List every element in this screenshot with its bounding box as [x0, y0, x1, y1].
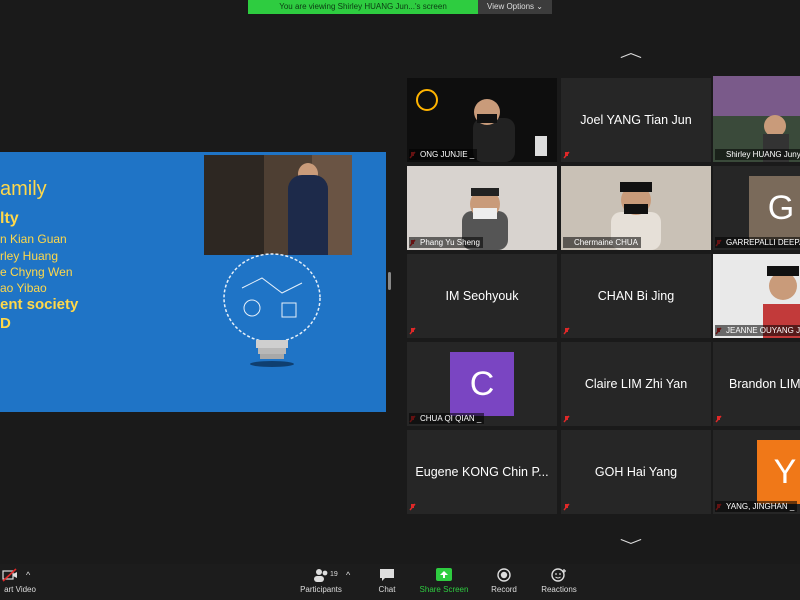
reactions-icon [551, 568, 566, 582]
video-off-icon [2, 568, 17, 582]
viewing-screen-message: You are viewing Shirley HUANG Jun...'s s… [248, 0, 478, 14]
participants-caret-icon[interactable]: ^ [346, 570, 350, 580]
start-video-label: art Video [4, 585, 36, 594]
share-screen-button[interactable]: Share Screen [418, 568, 470, 594]
meeting-toolbar: art Video ^ Participants 19 ^ Chat Share… [0, 564, 800, 600]
muted-mic-icon [563, 415, 570, 423]
chat-button[interactable]: Chat [374, 568, 400, 594]
slide-heading-faculty: lty [0, 210, 19, 227]
share-screen-icon [436, 568, 452, 581]
shared-screen-slide: amily lty n Kian Guan rley Huang e Chyng… [0, 152, 386, 412]
chevron-up-icon[interactable]: ︿ [620, 42, 642, 62]
muted-mic-icon [409, 503, 416, 511]
participant-name: Eugene KONG Chin P... [415, 465, 549, 479]
slide-title: amily [0, 178, 47, 200]
participant-name: Claire LIM Zhi Yan [584, 377, 688, 391]
participants-icon [314, 569, 328, 582]
avatar: Y [757, 440, 800, 504]
participant-tile[interactable]: Claire LIM Zhi Yan [561, 342, 711, 426]
avatar: G [749, 176, 800, 240]
participant-tile[interactable]: C CHUA QI QIAN _ [407, 342, 557, 426]
participant-tile[interactable]: JEANNE OUYANG JI [713, 254, 800, 338]
participant-tile[interactable]: GOH Hai Yang [561, 430, 711, 514]
muted-mic-icon [715, 415, 722, 423]
participant-name: GOH Hai Yang [594, 465, 678, 479]
slide-line: e Chyng Wen [0, 265, 73, 279]
participant-tile[interactable]: ONG JUNJIE _ [407, 78, 557, 162]
chat-label: Chat [378, 585, 396, 594]
participant-name: CHAN Bi Jing [597, 289, 675, 303]
participant-tile[interactable]: Brandon LIM [713, 342, 800, 426]
muted-mic-icon [563, 151, 570, 159]
presenter-video-thumbnail [204, 155, 352, 255]
participant-tile-active-speaker[interactable]: Shirley HUANG Junyin [713, 76, 800, 162]
participant-name-label: Shirley HUANG Junyin [715, 149, 800, 160]
participant-tile[interactable]: Eugene KONG Chin P... [407, 430, 557, 514]
participant-tile[interactable]: Y YANG, JINGHAN _ [713, 430, 800, 514]
participant-tile[interactable]: Joel YANG Tian Jun [561, 78, 711, 162]
slide-line: ao Yibao [0, 281, 47, 295]
participant-tile[interactable]: CHAN Bi Jing [561, 254, 711, 338]
participant-name-label: Phang Yu Sheng [409, 237, 483, 248]
screen-share-banner: You are viewing Shirley HUANG Jun...'s s… [248, 0, 552, 14]
participants-count: 19 [330, 571, 338, 578]
participant-name-label: YANG, JINGHAN _ [715, 501, 798, 512]
video-options-caret-icon[interactable]: ^ [26, 570, 30, 580]
participant-tile[interactable]: IM Seohyouk [407, 254, 557, 338]
view-options-button[interactable]: View Options ⌄ [478, 0, 552, 14]
slide-line: n Kian Guan [0, 232, 67, 246]
participant-name: IM Seohyouk [445, 289, 519, 303]
participant-tile[interactable]: Chermaine CHUA [561, 166, 711, 250]
muted-mic-icon [563, 327, 570, 335]
participant-name-label: GARREPALLI DEEPA [715, 237, 800, 248]
start-video-button[interactable]: art Video [0, 568, 40, 594]
slide-line: rley Huang [0, 249, 59, 263]
reactions-label: Reactions [541, 585, 577, 594]
muted-mic-icon [563, 503, 570, 511]
record-label: Record [491, 585, 517, 594]
participants-label: Participants [300, 585, 342, 594]
avatar: C [450, 352, 514, 416]
participant-name: Brandon LIM [729, 377, 800, 391]
chevron-down-icon[interactable]: ﹀ [620, 536, 642, 556]
share-screen-label: Share Screen [419, 585, 469, 594]
participant-name-label: ONG JUNJIE _ [409, 149, 478, 160]
split-view-drag-handle[interactable] [388, 272, 391, 290]
slide-line: D [0, 315, 11, 332]
participant-name: Joel YANG Tian Jun [580, 113, 692, 127]
participant-name-label: Chermaine CHUA [563, 237, 642, 248]
record-button[interactable]: Record [488, 568, 520, 594]
slide-heading-society: ent society [0, 296, 79, 313]
muted-mic-icon [409, 327, 416, 335]
reactions-button[interactable]: Reactions [538, 568, 580, 594]
lightbulb-illustration [223, 253, 321, 367]
participant-name-label: CHUA QI QIAN _ [409, 413, 485, 424]
participant-tile[interactable]: G GARREPALLI DEEPA [713, 166, 800, 250]
participant-name-label: JEANNE OUYANG JI [715, 325, 800, 336]
record-icon [497, 568, 511, 582]
chat-icon [380, 569, 394, 581]
participant-tile[interactable]: Phang Yu Sheng [407, 166, 557, 250]
participants-button[interactable]: Participants [296, 568, 346, 594]
